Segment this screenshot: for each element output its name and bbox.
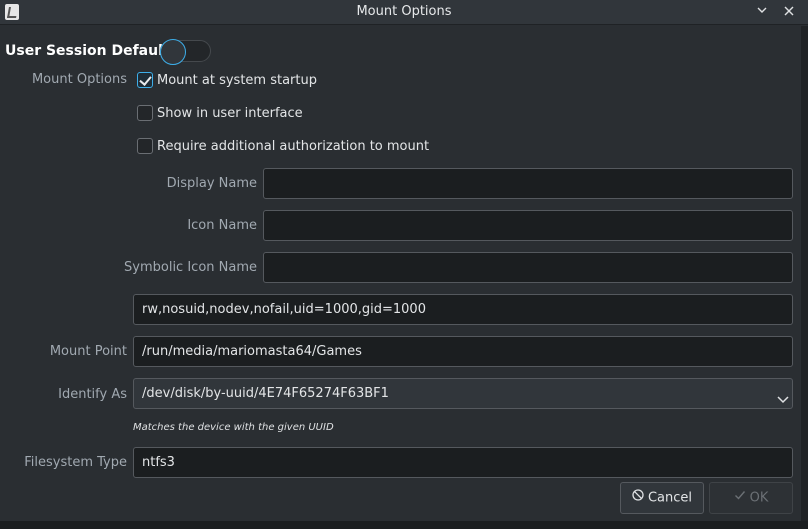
mount-at-startup-checkbox[interactable]: [137, 72, 153, 88]
mount-at-startup-label: Mount at system startup: [157, 73, 317, 88]
minimize-icon[interactable]: [752, 2, 772, 22]
window-title: Mount Options: [356, 4, 452, 19]
background-bottom-edge: [0, 521, 808, 529]
toggle-knob: [160, 39, 186, 65]
background-window-edge: [801, 26, 808, 529]
filesystem-type-input[interactable]: ntfs3: [133, 447, 793, 478]
symbolic-icon-name-label: Symbolic Icon Name: [124, 260, 257, 275]
close-icon[interactable]: [779, 2, 799, 22]
user-session-defaults-toggle[interactable]: [160, 39, 211, 65]
dialog-content: User Session Defaults Mount Options Moun…: [0, 26, 801, 521]
mount-options-label: Mount Options: [31, 72, 127, 87]
filesystem-type-label: Filesystem Type: [24, 455, 127, 470]
show-in-ui-label: Show in user interface: [157, 106, 303, 121]
mount-options-dialog: Mount Options User Session Defaults Moun…: [0, 0, 808, 529]
ok-label: OK: [749, 490, 769, 506]
chevron-down-icon: [777, 387, 789, 404]
section-title: User Session Defaults: [5, 43, 178, 59]
title-bar: Mount Options: [0, 0, 808, 25]
require-auth-label: Require additional authorization to moun…: [157, 139, 430, 154]
show-in-ui-checkbox[interactable]: [137, 105, 153, 121]
identify-as-value: /dev/disk/by-uuid/4E74F65274F63BF1: [142, 386, 389, 401]
icon-name-input[interactable]: [263, 210, 793, 241]
require-auth-checkbox[interactable]: [137, 138, 153, 154]
mount-point-label: Mount Point: [49, 344, 127, 359]
display-name-label: Display Name: [166, 176, 257, 191]
display-name-input[interactable]: [263, 168, 793, 199]
check-icon: [734, 483, 746, 513]
cancel-button[interactable]: Cancel: [620, 482, 704, 514]
ok-button[interactable]: OK: [709, 482, 793, 514]
identify-as-hint: Matches the device with the given UUID: [133, 422, 334, 433]
identify-as-label: Identify As: [58, 387, 127, 402]
identify-as-combobox[interactable]: /dev/disk/by-uuid/4E74F65274F63BF1: [133, 378, 793, 409]
symbolic-icon-name-input[interactable]: [263, 252, 793, 283]
icon-name-label: Icon Name: [187, 218, 257, 233]
cancel-label: Cancel: [647, 490, 693, 506]
mount-point-input[interactable]: /run/media/mariomasta64/Games: [133, 336, 793, 367]
mount-options-input[interactable]: rw,nosuid,nodev,nofail,uid=1000,gid=1000: [133, 294, 793, 325]
cancel-icon: [632, 483, 644, 513]
